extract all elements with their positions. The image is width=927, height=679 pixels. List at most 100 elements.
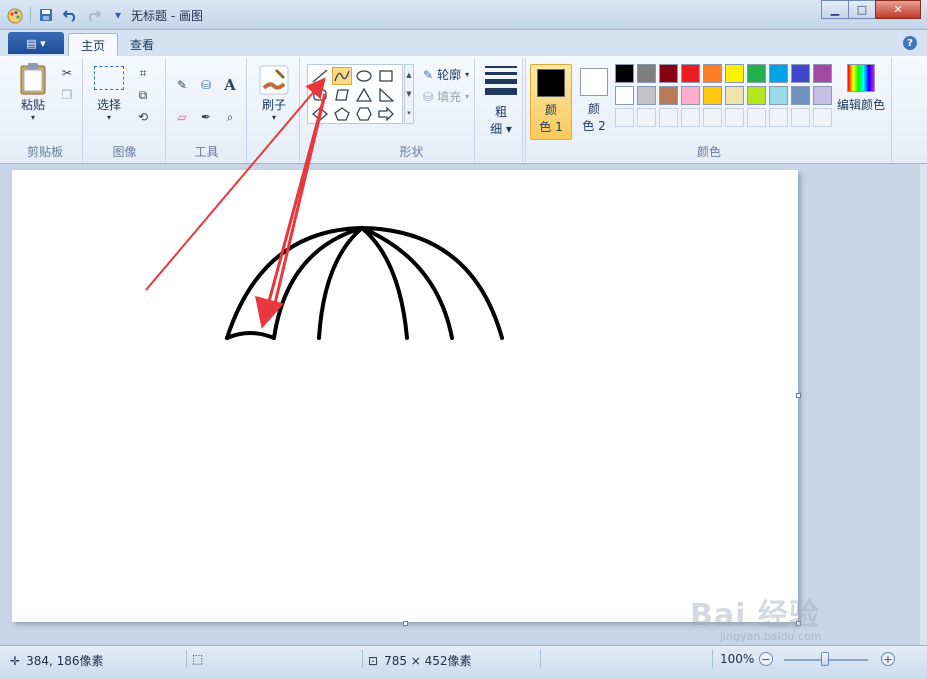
- brush-label: 刷子: [261, 98, 286, 112]
- group-size: 粗 细 ▾: [474, 58, 526, 162]
- polygon-shape-icon[interactable]: [332, 86, 352, 104]
- size-button[interactable]: 粗 细 ▾: [481, 64, 521, 137]
- select-button[interactable]: 选择 ▾: [90, 66, 128, 122]
- color1-label-line1: 颜: [544, 103, 557, 117]
- crop-icon[interactable]: ⌗: [134, 64, 152, 82]
- rotate-icon[interactable]: ⟲: [134, 108, 152, 126]
- palette-swatch[interactable]: [703, 86, 722, 105]
- palette-swatch[interactable]: [637, 64, 656, 83]
- canvas-workspace[interactable]: [0, 164, 920, 645]
- color-picker-icon[interactable]: ✒: [197, 108, 215, 126]
- pentagon-shape-icon[interactable]: [332, 105, 352, 123]
- zoom-in-button[interactable]: +: [881, 652, 895, 666]
- resize-handle-right[interactable]: [796, 393, 801, 398]
- triangle-shape-icon[interactable]: [354, 86, 374, 104]
- cut-icon[interactable]: ✂: [58, 64, 76, 82]
- hexagon-shape-icon[interactable]: [354, 105, 374, 123]
- resize-icon[interactable]: ⧉: [134, 86, 152, 104]
- palette-swatch[interactable]: [615, 64, 634, 83]
- resize-handle-bottom[interactable]: [403, 621, 408, 626]
- tab-home[interactable]: 主页: [68, 33, 119, 56]
- palette-swatch-empty[interactable]: [747, 108, 766, 127]
- palette-swatch-empty[interactable]: [791, 108, 810, 127]
- palette-swatch[interactable]: [637, 86, 656, 105]
- zoom-slider-thumb[interactable]: [821, 652, 829, 666]
- move-cursor-icon: ✛: [10, 653, 21, 668]
- vertical-scrollbar[interactable]: [920, 164, 927, 645]
- umbrella-drawing: [225, 225, 504, 340]
- maximize-button[interactable]: □: [848, 0, 876, 19]
- arrow-shape-icon[interactable]: [376, 105, 396, 123]
- brush-button[interactable]: 刷子 ▾: [254, 64, 294, 122]
- palette-swatch[interactable]: [659, 86, 678, 105]
- edit-colors-button[interactable]: 编辑颜色: [835, 64, 887, 113]
- fill-bucket-icon[interactable]: ⛁: [197, 76, 215, 94]
- window-controls: ▁ □ ✕: [821, 0, 921, 19]
- outline-button[interactable]: ✎ 轮廓 ▾: [423, 66, 469, 83]
- rectangle-shape-icon[interactable]: [376, 67, 396, 85]
- canvas-size-text: 785 × 452像素: [384, 654, 472, 668]
- paint-app-icon[interactable]: [6, 6, 24, 24]
- text-icon[interactable]: A: [221, 76, 239, 94]
- palette-swatch-empty[interactable]: [659, 108, 678, 127]
- rainbow-icon: [847, 64, 875, 92]
- zoom-level-text: 100%: [720, 652, 755, 666]
- diamond-shape-icon[interactable]: [310, 105, 330, 123]
- file-menu-button[interactable]: ▤ ▾: [8, 32, 64, 54]
- palette-swatch[interactable]: [769, 64, 788, 83]
- palette-swatch[interactable]: [769, 86, 788, 105]
- right-triangle-shape-icon[interactable]: [376, 86, 396, 104]
- copy-icon[interactable]: ❐: [58, 86, 76, 104]
- palette-swatch[interactable]: [747, 86, 766, 105]
- palette-swatch[interactable]: [681, 86, 700, 105]
- minimize-button[interactable]: ▁: [821, 0, 849, 19]
- palette-swatch-empty[interactable]: [703, 108, 722, 127]
- palette-swatch[interactable]: [791, 86, 810, 105]
- palette-swatch-empty[interactable]: [681, 108, 700, 127]
- size-label-line2: 细 ▾: [490, 122, 512, 136]
- rounded-rect-shape-icon[interactable]: [310, 86, 330, 104]
- size-label-line1: 粗: [494, 105, 507, 119]
- color1-label-line2: 色 1: [539, 120, 563, 134]
- help-icon[interactable]: ?: [903, 36, 917, 50]
- palette-swatch-empty[interactable]: [637, 108, 656, 127]
- shapes-scrollbar[interactable]: ▲ ▼ ▾: [404, 64, 414, 124]
- palette-swatch[interactable]: [681, 64, 700, 83]
- color2-button[interactable]: 颜 色 2: [573, 64, 615, 140]
- line-shape-icon[interactable]: [310, 67, 330, 85]
- palette-swatch[interactable]: [703, 64, 722, 83]
- customize-qat-icon[interactable]: ▾: [109, 6, 127, 24]
- redo-icon[interactable]: [85, 6, 103, 24]
- ribbon-tabs: ▤ ▾ 主页 查看 ?: [0, 30, 927, 56]
- group-clipboard: 粘贴 ▾ ✂ ❐ 剪贴板: [8, 58, 83, 162]
- palette-swatch[interactable]: [725, 86, 744, 105]
- eraser-icon[interactable]: ▱: [173, 108, 191, 126]
- palette-swatch[interactable]: [791, 64, 810, 83]
- curve-shape-icon[interactable]: [332, 67, 352, 85]
- magnifier-icon[interactable]: ⌕: [221, 108, 239, 126]
- palette-swatch-empty[interactable]: [615, 108, 634, 127]
- palette-swatch[interactable]: [813, 86, 832, 105]
- drawing-canvas[interactable]: [12, 170, 798, 622]
- fill-button[interactable]: ⛁ 填充 ▾: [423, 88, 469, 105]
- status-separator: [712, 650, 713, 668]
- palette-swatch[interactable]: [659, 64, 678, 83]
- undo-icon[interactable]: [61, 6, 79, 24]
- tab-view[interactable]: 查看: [118, 33, 166, 56]
- palette-swatch-empty[interactable]: [725, 108, 744, 127]
- palette-swatch-empty[interactable]: [813, 108, 832, 127]
- group-image: 选择 ▾ ⌗ ⧉ ⟲ 图像: [84, 58, 166, 162]
- close-button[interactable]: ✕: [875, 0, 921, 19]
- palette-swatch[interactable]: [725, 64, 744, 83]
- palette-swatch[interactable]: [615, 86, 634, 105]
- color1-button[interactable]: 颜 色 1: [530, 64, 572, 140]
- palette-swatch[interactable]: [813, 64, 832, 83]
- save-icon[interactable]: [37, 6, 55, 24]
- palette-swatch[interactable]: [747, 64, 766, 83]
- oval-shape-icon[interactable]: [354, 67, 374, 85]
- palette-swatch-empty[interactable]: [769, 108, 788, 127]
- zoom-out-button[interactable]: −: [759, 652, 773, 666]
- watermark-url: jingyan.baidu.com: [720, 630, 822, 643]
- pencil-icon[interactable]: ✎: [173, 76, 191, 94]
- paste-button[interactable]: 粘贴 ▾: [12, 62, 54, 122]
